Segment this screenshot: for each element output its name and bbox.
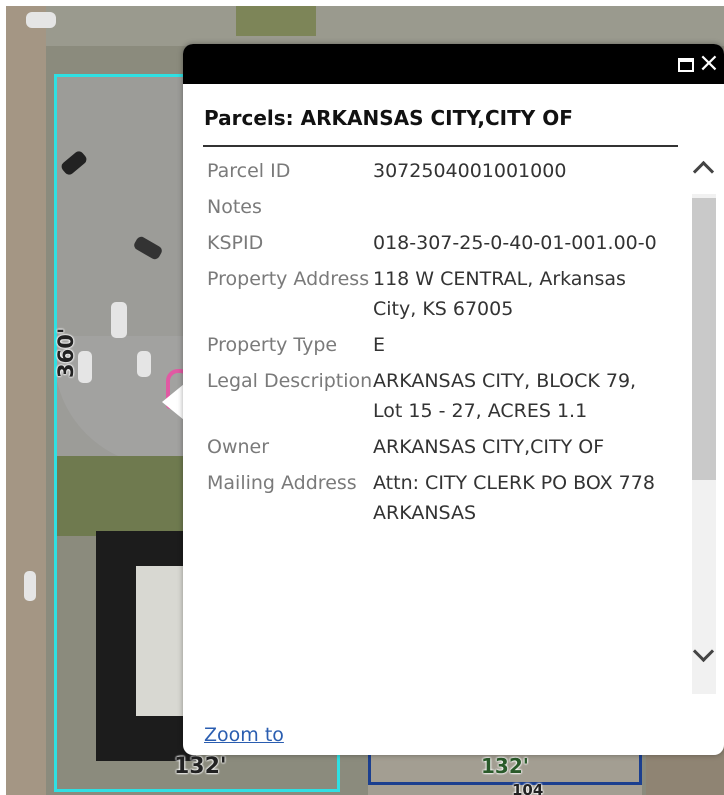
chevron-up-icon[interactable]: [692, 160, 715, 183]
aerial-car: [26, 12, 56, 28]
aerial-car: [24, 571, 36, 601]
attribute-label: Parcel ID: [207, 160, 291, 182]
attribute-label: Legal Description: [207, 370, 373, 392]
attribute-value: 3072504001001000: [373, 160, 567, 182]
attribute-label: KSPID: [207, 232, 264, 254]
attribute-row: Parcel ID 3072504001001000: [203, 156, 683, 192]
popup-title: Parcels: ARKANSAS CITY,CITY OF: [204, 106, 573, 130]
dimension-label-bottom-small: 104: [512, 781, 544, 795]
maximize-icon[interactable]: [678, 58, 694, 72]
attribute-value: E: [373, 334, 386, 356]
attribute-value: 018-307-25-0-40-01-001.00-0: [373, 232, 657, 254]
dimension-label-left: 360': [54, 327, 78, 378]
popup-pointer: [162, 384, 184, 420]
scroll-thumb[interactable]: [692, 198, 716, 480]
attribute-label: Owner: [207, 436, 270, 458]
popup-scrollbar[interactable]: [688, 156, 718, 714]
feature-popup: × Parcels: ARKANSAS CITY,CITY OF Parcel …: [183, 44, 724, 755]
dimension-label-bottom-right: 132': [481, 754, 529, 778]
aerial-tree-top: [236, 6, 316, 36]
attribute-row: Notes: [203, 192, 683, 228]
attribute-value: ARKANSAS CITY, BLOCK 79, Lot 15 - 27, AC…: [373, 370, 637, 422]
attribute-value: ARKANSAS CITY,CITY OF: [373, 436, 605, 458]
attribute-row: KSPID 018-307-25-0-40-01-001.00-0: [203, 228, 683, 264]
attribute-label: Notes: [207, 196, 262, 218]
attribute-value: 118 W CENTRAL, Arkansas City, KS 67005: [373, 268, 626, 320]
attribute-value: [373, 192, 663, 222]
attribute-label: Property Address: [207, 268, 370, 290]
attribute-row: Property Type E: [203, 330, 683, 366]
close-icon[interactable]: ×: [698, 50, 720, 76]
dimension-label-bottom-left: 132': [174, 754, 227, 779]
attribute-label: Property Type: [207, 334, 338, 356]
zoom-to-link[interactable]: Zoom to: [204, 724, 284, 746]
title-divider: [203, 145, 678, 147]
attribute-row: Owner ARKANSAS CITY,CITY OF: [203, 432, 683, 468]
aerial-road: [6, 6, 46, 795]
attribute-list[interactable]: Parcel ID 3072504001001000 Notes KSPID 0…: [203, 156, 683, 714]
attribute-row: Mailing Address Attn: CITY CLERK PO BOX …: [203, 468, 683, 534]
attribute-label: Mailing Address: [207, 472, 357, 494]
popup-titlebar: ×: [183, 44, 724, 84]
aerial-top-strip: [46, 6, 724, 46]
attribute-value: Attn: CITY CLERK PO BOX 778 ARKANSAS: [373, 472, 655, 524]
attribute-row: Property Address 118 W CENTRAL, Arkansas…: [203, 264, 683, 330]
attribute-row: Legal Description ARKANSAS CITY, BLOCK 7…: [203, 366, 683, 432]
